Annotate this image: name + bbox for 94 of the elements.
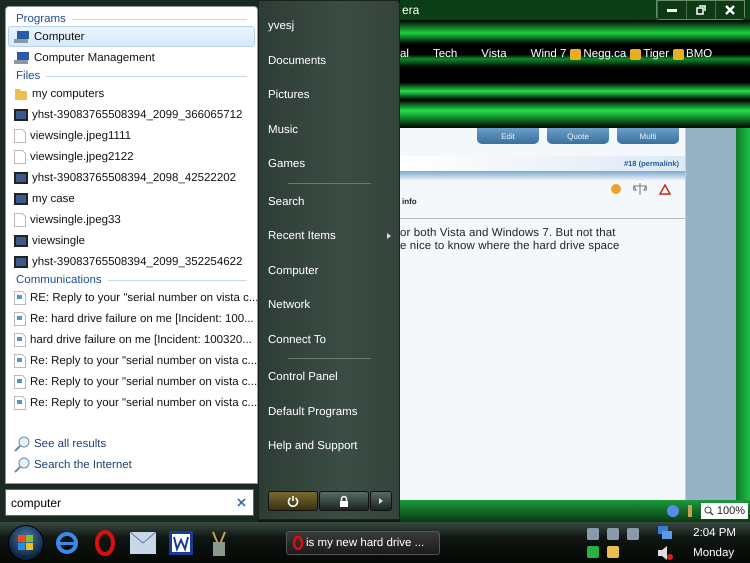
document-icon <box>14 212 26 226</box>
result-item[interactable]: Computer Management <box>8 47 255 68</box>
result-item[interactable]: viewsingle.jpeg1111 <box>8 125 255 146</box>
pencil-cup-icon <box>210 530 228 556</box>
section-heading: Communications <box>16 274 102 286</box>
result-item[interactable]: viewsingle.jpeg2122 <box>8 146 255 167</box>
bookmark-link[interactable]: Vista <box>481 48 507 60</box>
search-icon <box>14 436 30 452</box>
search-icon <box>14 457 30 473</box>
result-item[interactable]: yhst-39083765508394_2099_352254622 <box>8 251 255 272</box>
start-menu-link[interactable]: Default Programs <box>268 394 399 429</box>
power-button[interactable] <box>268 491 318 511</box>
bookmark-link[interactable]: BMO <box>673 48 712 60</box>
result-item[interactable]: Re: hard drive failure on me [Incident: 100... <box>8 308 255 329</box>
restore-icon <box>696 5 706 15</box>
start-menu-link[interactable]: Recent Items <box>268 219 399 254</box>
ring-logo-icon <box>293 536 303 550</box>
bookmark-link[interactable]: Tiger <box>630 48 670 60</box>
result-item[interactable]: yhst-39083765508394_2098_42522202 <box>8 167 255 188</box>
post-text-line: or both Vista and Windows 7. But not that <box>400 227 616 239</box>
computer-icon <box>14 30 30 44</box>
message-file-icon <box>14 290 26 304</box>
submenu-arrow-icon <box>387 233 391 240</box>
result-item[interactable]: Re: Reply to your "serial number on vista c... <box>8 350 255 371</box>
bookmark-link[interactable]: Tech <box>432 48 458 60</box>
section-heading: Programs <box>16 13 66 25</box>
computer-icon <box>14 50 30 64</box>
start-menu-link[interactable]: yvesj <box>268 9 399 44</box>
start-menu-link[interactable]: Search <box>268 184 399 219</box>
bookmark-link[interactable]: Negg.ca <box>570 48 626 60</box>
result-item[interactable]: viewsingle <box>8 230 255 251</box>
close-button[interactable] <box>715 1 744 19</box>
minimize-icon <box>667 8 677 12</box>
start-menu-link[interactable]: Games <box>268 147 399 182</box>
envelope-icon <box>130 532 156 554</box>
document-icon <box>14 150 26 164</box>
power-icon <box>287 495 299 507</box>
section-heading: Files <box>16 70 40 82</box>
result-item[interactable]: hard drive failure on me [Incident: 100320... <box>8 329 255 350</box>
result-item[interactable]: viewsingle.jpeg33 <box>8 209 255 230</box>
start-menu-link[interactable]: Control Panel <box>268 360 399 394</box>
message-file-icon <box>14 396 26 410</box>
document-icon <box>14 128 26 142</box>
message-file-icon <box>14 374 26 388</box>
start-menu-link[interactable]: Network <box>268 288 399 322</box>
search-field[interactable]: computer <box>5 489 254 516</box>
warning-icon <box>659 184 671 194</box>
result-item[interactable]: RE: Reply to your "serial number on vista c... <box>8 287 255 308</box>
clock-day: Monday <box>693 546 734 558</box>
start-menu-link[interactable]: Documents <box>268 44 399 78</box>
clock-time: 2:04 PM <box>693 526 736 538</box>
document-w-icon <box>169 530 193 554</box>
window-title: era <box>402 3 420 17</box>
web-search-link[interactable]: Search the Internet <box>14 457 249 473</box>
bookmark-link[interactable]: al <box>400 48 409 60</box>
taskbar-window-button[interactable]: is my new hard drive ... <box>286 530 440 554</box>
start-menu-link[interactable]: Help and Support <box>268 429 399 464</box>
muted-speaker-icon <box>657 544 674 560</box>
image-file-icon <box>14 172 28 184</box>
image-file-icon <box>14 108 28 120</box>
image-file-icon <box>14 234 28 246</box>
start-menu-link[interactable]: Music <box>268 112 399 147</box>
message-file-icon <box>14 354 26 368</box>
circle-icon <box>611 184 621 194</box>
lock-button[interactable] <box>319 491 369 511</box>
message-file-icon <box>14 332 26 346</box>
result-item[interactable]: Re: Reply to your "serial number on vista c... <box>8 392 255 413</box>
arrow-icon <box>379 498 383 504</box>
start-menu-link[interactable]: Computer <box>268 254 399 288</box>
see-all-results-link[interactable]: See all results <box>14 436 249 452</box>
close-icon <box>725 5 735 15</box>
start-button[interactable] <box>8 524 44 560</box>
result-item[interactable]: my computers <box>8 83 255 104</box>
start-menu-link[interactable]: Connect To <box>268 322 399 357</box>
windows-logo-icon <box>18 534 34 550</box>
close-icon[interactable] <box>237 498 246 507</box>
result-item[interactable]: Computer <box>8 26 255 47</box>
message-file-icon <box>14 312 26 326</box>
start-menu-link[interactable]: Pictures <box>268 78 399 112</box>
image-file-icon <box>14 256 28 268</box>
post-text-line: e nice to know where the hard drive space <box>400 240 621 252</box>
ring-logo-icon <box>95 530 115 556</box>
shutdown-options-button[interactable] <box>370 491 392 511</box>
scales-icon <box>633 183 647 195</box>
bookmark-link[interactable]: Wind 7 <box>530 48 566 60</box>
zoom-icon <box>704 506 714 516</box>
network-icon <box>657 524 674 540</box>
image-file-icon <box>14 192 28 204</box>
info-label: info <box>401 197 418 206</box>
zoom-control[interactable]: 100% <box>700 503 748 519</box>
result-item[interactable]: Re: Reply to your "serial number on vista c... <box>8 371 255 392</box>
result-item[interactable]: my case <box>8 188 255 209</box>
lock-icon <box>339 495 349 507</box>
result-item[interactable]: yhst-39083765508394_2099_366065712 <box>8 104 255 125</box>
